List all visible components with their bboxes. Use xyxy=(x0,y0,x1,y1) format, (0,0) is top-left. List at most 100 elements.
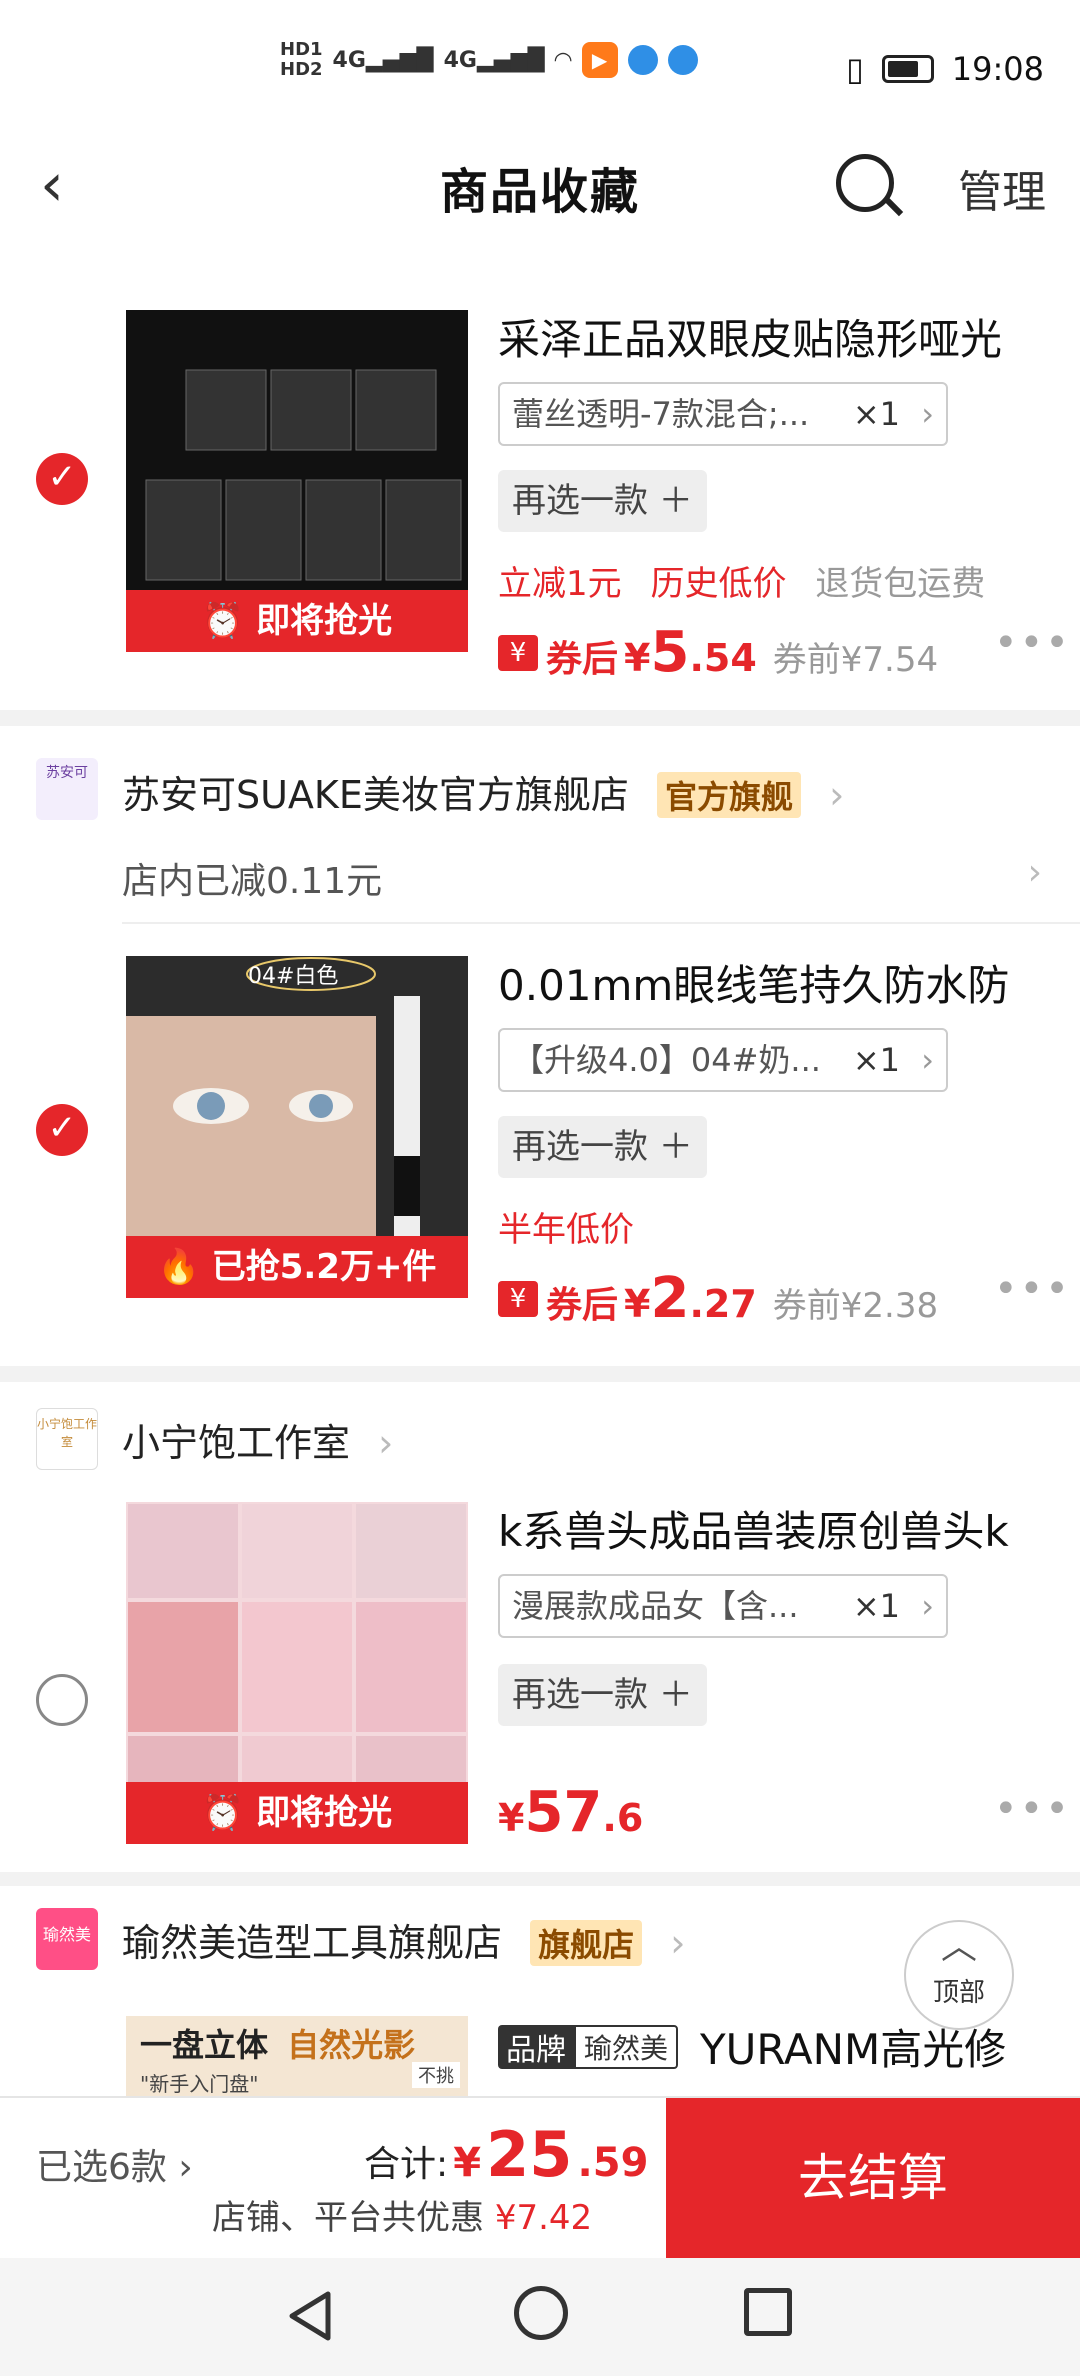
product-title-3[interactable]: k系兽头成品兽装原创兽头k xyxy=(498,1498,1058,1559)
price-after-label: 券后 xyxy=(546,1285,619,1326)
more-icon[interactable]: ••• xyxy=(994,1266,1071,1312)
thumb-label-3: ⏰ 即将抢光 xyxy=(126,1782,468,1844)
signal-icon-2: 4G▂▄▆█ xyxy=(443,47,545,73)
total-price: 合计: ¥ 25 .59 xyxy=(364,2118,648,2191)
shop-name-row-2: 小宁饱工作室 › xyxy=(122,1412,393,1467)
shop-badge-1: 官方旗舰 xyxy=(656,772,801,818)
chevron-right-icon: › xyxy=(670,1921,686,1965)
select-checkbox-3[interactable] xyxy=(36,1674,88,1726)
partial-shop-row xyxy=(0,240,1080,280)
scroll-top-button[interactable]: ︿ 顶部 xyxy=(904,1920,1014,2030)
yen-symbol: ¥ xyxy=(624,1282,651,1326)
brand-name: 瑜然美 xyxy=(574,2024,679,2069)
select-checkbox-2[interactable] xyxy=(36,1104,88,1156)
hd1-label: HD1 xyxy=(280,39,323,60)
thumb-text-1: 一盘立体 自然光影 xyxy=(140,2020,415,2066)
tag-half-year-low: 半年低价 xyxy=(498,1210,634,1250)
thumb-label-2: 🔥 已抢5.2万+件 xyxy=(126,1236,468,1298)
notification-icon-2 xyxy=(667,45,698,75)
shop-header-1[interactable]: 苏安可 苏安可SUAKE美妆官方旗舰店 官方旗舰 › xyxy=(0,726,1080,820)
battery-icon xyxy=(881,55,934,83)
shop-discount-text: 店内已减0.11元 xyxy=(122,861,383,902)
chevron-right-icon: › xyxy=(829,773,845,817)
tag-discount: 立减1元 xyxy=(498,564,622,604)
tag-return-shipping: 退货包运费 xyxy=(815,564,986,604)
shop-name-1: 苏安可SUAKE美妆官方旗舰店 xyxy=(122,773,629,817)
search-icon[interactable] xyxy=(832,150,904,222)
product-title-4[interactable]: 品牌 瑜然美 YURANM高光修 xyxy=(498,2016,1006,2077)
system-recents-icon[interactable] xyxy=(744,2288,792,2336)
clock: 19:08 xyxy=(951,50,1044,88)
checkout-button[interactable]: 去结算 xyxy=(666,2098,1080,2258)
signal-icon: 4G▂▄▆█ xyxy=(332,47,434,73)
sku-selector-3[interactable]: 漫展款成品女【含... ×1 › xyxy=(498,1574,948,1638)
nav-bar: ‹ 商品收藏 管理 xyxy=(0,130,1080,240)
product-title-2[interactable]: 0.01mm眼线笔持久防水防 xyxy=(498,952,1058,1013)
price-row-1: ¥ 券后 ¥ 5 .54 券前¥7.54 xyxy=(498,620,938,685)
savings-amount: ¥7.42 xyxy=(494,2198,593,2238)
selected-count[interactable]: 已选6款 › xyxy=(36,2138,193,2190)
product-thumbnail-1[interactable]: ⏰ 即将抢光 xyxy=(126,310,468,652)
shop-name-2: 小宁饱工作室 xyxy=(122,1421,351,1465)
qty-1: ×1 xyxy=(852,395,900,433)
chevron-right-icon: › xyxy=(378,1421,394,1465)
shop-logo-2: 小宁饱工作室 xyxy=(36,1408,98,1470)
status-left: HD1 HD2 4G▂▄▆█ 4G▂▄▆█ ◠ ▶ xyxy=(280,40,698,80)
divider xyxy=(122,922,1080,924)
search-icon-handle xyxy=(884,197,904,217)
thumb-label-1: ⏰ 即将抢光 xyxy=(126,590,468,652)
price-int: 5 xyxy=(650,620,690,685)
brand-tag: 品牌 xyxy=(498,2024,574,2069)
more-icon[interactable]: ••• xyxy=(994,1786,1071,1832)
product-thumbnail-4[interactable]: 一盘立体 自然光影 "新手入门盘" 不挑 xyxy=(126,2016,468,2096)
status-bar: HD1 HD2 4G▂▄▆█ 4G▂▄▆█ ◠ ▶ ▯ 19:08 xyxy=(0,0,1080,130)
hd2-label: HD2 xyxy=(280,59,323,80)
shop-logo-3: 瑜然美 xyxy=(36,1908,98,1970)
savings-label: 店铺、平台共优惠 xyxy=(212,2198,484,2238)
thumb-text-3: 不挑 xyxy=(412,2062,460,2088)
thumb-text-1a: 一盘立体 xyxy=(140,2026,269,2064)
vibrate-icon: ▯ xyxy=(846,50,864,88)
tag-lowest: 历史低价 xyxy=(650,564,787,604)
yen-symbol: ¥ xyxy=(498,1796,525,1840)
wifi-icon: ◠ xyxy=(554,47,572,73)
product-thumbnail-3[interactable]: ⏰ 即将抢光 xyxy=(126,1502,468,1844)
manage-button[interactable]: 管理 xyxy=(958,156,1046,220)
shop-card-1: 苏安可 苏安可SUAKE美妆官方旗舰店 官方旗舰 › 店内已减0.11元 › 0… xyxy=(0,726,1080,1366)
price-int: 2 xyxy=(650,1266,690,1331)
shop-header-2[interactable]: 小宁饱工作室 小宁饱工作室 › xyxy=(0,1382,1080,1472)
status-right: ▯ 19:08 xyxy=(846,50,1044,88)
price-before: 券前¥2.38 xyxy=(772,1286,939,1326)
shop-discount-row[interactable]: 店内已减0.11元 › xyxy=(122,852,1042,904)
coupon-icon: ¥ xyxy=(498,634,538,671)
qty-3: ×1 xyxy=(852,1587,900,1625)
price-dec: .54 xyxy=(689,636,757,680)
select-checkbox-1[interactable] xyxy=(36,453,88,505)
more-icon[interactable]: ••• xyxy=(994,620,1071,666)
product-thumbnail-2[interactable]: 04#白色 🔥 已抢5.2万+件 xyxy=(126,956,468,1298)
thumb-text-2: "新手入门盘" xyxy=(140,2072,259,2096)
system-home-icon[interactable] xyxy=(514,2286,568,2340)
sku-selector-2[interactable]: 【升级4.0】04#奶... ×1 › xyxy=(498,1028,948,1092)
thumb-overlay-2: 04#白色 xyxy=(248,964,339,989)
coupon-icon: ¥ xyxy=(498,1280,538,1317)
reselect-button-1[interactable]: 再选一款 ＋ xyxy=(498,470,707,532)
tags-2: 半年低价 xyxy=(498,1202,652,1251)
yen-symbol: ¥ xyxy=(624,636,651,680)
notification-app-icon: ▶ xyxy=(581,42,618,78)
total-int: 25 xyxy=(486,2118,573,2191)
chevron-right-icon: › xyxy=(921,1587,934,1625)
thumb-text-1b: 自然光影 xyxy=(287,2026,416,2064)
product-title-1[interactable]: 采泽正品双眼皮贴隐形哑光 xyxy=(498,306,1058,367)
sku-selector-1[interactable]: 蕾丝透明-7款混合;... ×1 › xyxy=(498,382,948,446)
reselect-button-2[interactable]: 再选一款 ＋ xyxy=(498,1116,707,1178)
system-back-icon[interactable] xyxy=(282,2288,338,2344)
savings-row: 店铺、平台共优惠 ¥7.42 xyxy=(212,2190,592,2239)
shop-name-row-3: 瑜然美造型工具旗舰店 旗舰店 › xyxy=(122,1912,685,1967)
notification-icon xyxy=(627,45,658,75)
reselect-button-3[interactable]: 再选一款 ＋ xyxy=(498,1664,707,1726)
chevron-up-icon: ︿ xyxy=(940,1926,977,1967)
price-row-2: ¥ 券后 ¥ 2 .27 券前¥2.38 xyxy=(498,1266,938,1331)
product-card-1[interactable]: ⏰ 即将抢光 采泽正品双眼皮贴隐形哑光 蕾丝透明-7款混合;... ×1 › 再… xyxy=(0,280,1080,710)
price-after-label: 券后 xyxy=(546,639,619,680)
